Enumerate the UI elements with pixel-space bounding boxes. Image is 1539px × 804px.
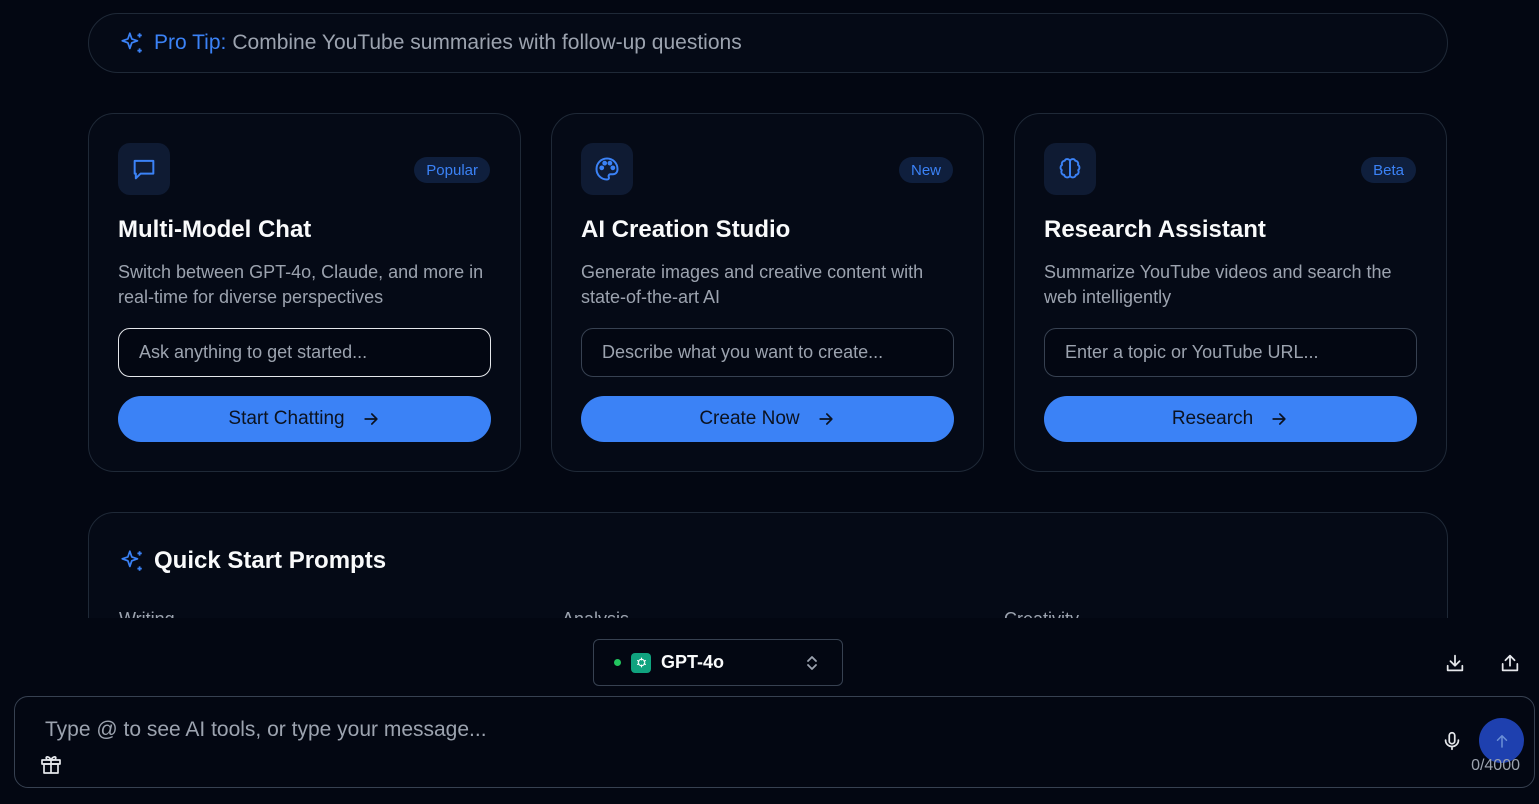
share-icon[interactable] [1499,652,1521,674]
badge-popular: Popular [414,157,490,183]
card-title: Research Assistant [1044,216,1266,243]
arrow-right-icon [816,409,836,429]
character-counter: 0/4000 [1471,757,1520,774]
card-description: Generate images and creative content wit… [581,262,924,307]
pro-tip-text: Combine YouTube summaries with follow-up… [232,31,742,54]
arrow-right-icon [1269,409,1289,429]
status-dot [614,659,621,666]
category-creativity: Creativity [1004,609,1079,618]
creation-prompt-input[interactable] [581,328,954,377]
chat-prompt-input[interactable] [118,328,491,377]
badge-beta: Beta [1361,157,1416,183]
quick-start-header: Quick Start Prompts [119,547,386,575]
button-label: Research [1171,408,1254,429]
message-composer: 0/4000 [14,696,1535,788]
pro-tip-label: Pro Tip: [154,31,227,54]
card-description: Summarize YouTube videos and search the … [1044,262,1392,307]
palette-icon [581,143,633,195]
download-icon[interactable] [1444,652,1466,674]
chat-bubble-icon [118,143,170,195]
badge-new: New [898,157,953,183]
model-selector[interactable]: GPT-4o [593,639,843,686]
card-ai-creation-studio: New AI Creation Studio Generate images a… [551,113,984,472]
create-now-button[interactable]: Create Now [581,396,954,442]
chevron-up-down-icon [804,654,820,672]
message-input[interactable] [45,715,1425,745]
card-title: Multi-Model Chat [118,216,312,243]
sparkles-icon [119,30,145,56]
brain-icon [1044,143,1096,195]
gift-icon[interactable] [39,752,63,776]
start-chatting-button[interactable]: Start Chatting [118,396,491,442]
card-research-assistant: Beta Research Assistant Summarize YouTub… [1014,113,1447,472]
quick-start-section: Quick Start Prompts Writing Analysis Cre… [88,512,1448,618]
card-multi-model-chat: Popular Multi-Model Chat Switch between … [88,113,521,472]
card-title: AI Creation Studio [581,216,791,243]
research-topic-input[interactable] [1044,328,1417,377]
pro-tip-banner: Pro Tip: Combine YouTube summaries with … [88,13,1448,73]
button-label: Start Chatting [228,408,345,429]
quick-start-title: Quick Start Prompts [154,547,387,574]
card-description: Switch between GPT-4o, Claude, and more … [118,262,484,307]
main-scroll-area[interactable]: Pro Tip: Combine YouTube summaries with … [0,0,1539,618]
category-analysis: Analysis [562,609,629,618]
arrow-right-icon [361,409,381,429]
category-writing: Writing [119,609,175,618]
research-button[interactable]: Research [1044,396,1417,442]
arrow-up-icon [1496,734,1507,748]
openai-logo-icon [631,652,651,673]
sparkles-icon [119,548,145,574]
button-label: Create Now [699,408,800,429]
microphone-icon[interactable] [1441,730,1463,752]
model-name: GPT-4o [661,652,725,672]
